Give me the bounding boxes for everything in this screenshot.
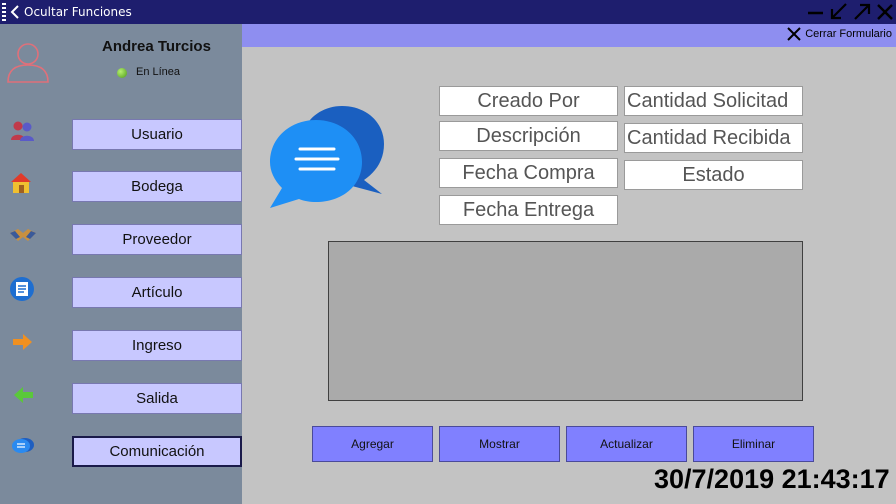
nav-salida-button[interactable]: Salida: [72, 383, 242, 414]
hide-functions-button[interactable]: Ocultar Funciones: [10, 1, 132, 23]
form-header-bar: Cerrar Formulario: [242, 24, 896, 47]
users-icon: [11, 121, 34, 141]
close-window-button[interactable]: [875, 2, 895, 22]
close-icon: [877, 4, 893, 20]
close-form-icon: [787, 27, 801, 41]
fecha-entrega-field[interactable]: Fecha Entrega: [439, 195, 618, 225]
cantidad-solicitada-field[interactable]: Cantidad Solicitad: [624, 86, 803, 116]
warehouse-icon: [11, 173, 31, 193]
creado-por-field[interactable]: Creado Por: [439, 86, 618, 116]
user-name: Andrea Turcios: [102, 38, 211, 55]
chat-bubbles-logo-icon: [270, 106, 384, 208]
hide-functions-label: Ocultar Funciones: [24, 5, 132, 19]
close-form-label: Cerrar Formulario: [805, 28, 892, 40]
maximize-icon: [854, 3, 871, 20]
date-time-clock: 30/7/2019 21:43:17: [654, 464, 890, 494]
estado-field[interactable]: Estado: [624, 160, 803, 190]
nav-proveedor-button[interactable]: Proveedor: [72, 224, 242, 255]
nav-bodega-button[interactable]: Bodega: [72, 171, 242, 202]
user-avatar-icon: [7, 43, 49, 83]
minimize-icon: [808, 11, 823, 15]
nav-articulo-button[interactable]: Artículo: [72, 277, 242, 308]
title-bar: Ocultar Funciones: [0, 0, 896, 24]
eliminar-button[interactable]: Eliminar: [693, 426, 814, 462]
arrow-right-icon: [13, 334, 32, 350]
restore-button[interactable]: [829, 2, 849, 22]
nav-ingreso-button[interactable]: Ingreso: [72, 330, 242, 361]
sidebar: Andrea Turcios En Línea Usuario Bodega P…: [0, 24, 242, 504]
online-status-label: En Línea: [136, 66, 181, 78]
close-form-button[interactable]: Cerrar Formulario: [786, 26, 892, 42]
fecha-compra-field[interactable]: Fecha Compra: [439, 158, 618, 188]
restore-icon: [830, 3, 847, 20]
nav-usuario-button[interactable]: Usuario: [72, 119, 242, 150]
drag-grip-icon[interactable]: [2, 3, 6, 21]
article-icon: [10, 277, 34, 301]
cantidad-recibida-field[interactable]: Cantidad Recibida: [624, 123, 803, 153]
data-grid[interactable]: [328, 241, 803, 401]
arrow-left-icon: [14, 387, 33, 403]
actualizar-button[interactable]: Actualizar: [566, 426, 687, 462]
online-status-icon: [117, 68, 127, 78]
maximize-button[interactable]: [852, 2, 872, 22]
handshake-icon: [10, 229, 36, 241]
agregar-button[interactable]: Agregar: [312, 426, 433, 462]
mostrar-button[interactable]: Mostrar: [439, 426, 560, 462]
minimize-button[interactable]: [806, 2, 826, 22]
descripcion-field[interactable]: Descripción: [439, 121, 618, 151]
nav-comunicacion-button[interactable]: Comunicación: [72, 436, 242, 467]
chat-icon: [12, 438, 34, 453]
chevron-left-icon: [10, 5, 19, 19]
